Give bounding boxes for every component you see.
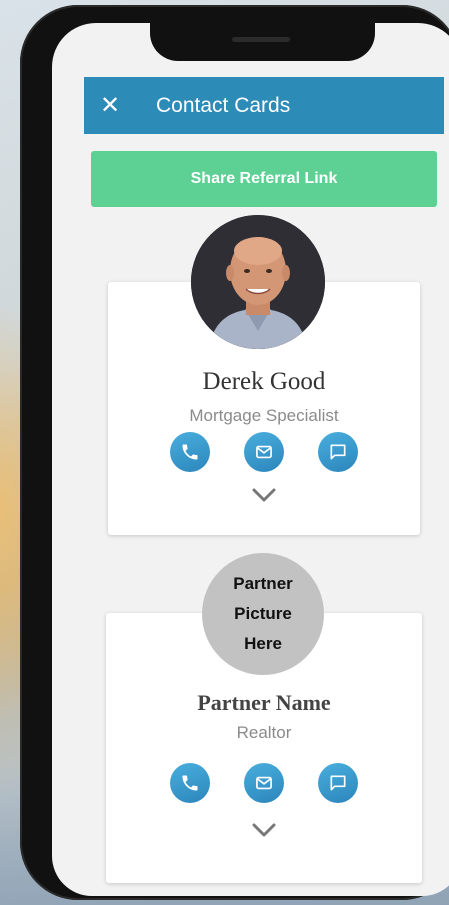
message-button[interactable] xyxy=(318,432,358,472)
expand-card-button[interactable] xyxy=(250,820,278,845)
contact-name: Partner Name xyxy=(197,690,331,715)
close-icon[interactable]: ✕ xyxy=(84,91,136,120)
message-icon xyxy=(330,775,346,791)
page-title: Contact Cards xyxy=(156,93,291,117)
contact-actions xyxy=(106,763,422,803)
placeholder-text: Partner Picture Here xyxy=(233,569,293,659)
message-button[interactable] xyxy=(318,763,358,803)
call-button[interactable] xyxy=(170,432,210,472)
avatar-placeholder: Partner Picture Here xyxy=(202,553,324,675)
email-button[interactable] xyxy=(244,763,284,803)
mail-icon xyxy=(256,776,272,790)
expand-card-button[interactable] xyxy=(250,485,278,510)
phone-frame: ✕ Contact Cards Share Referral Link Dere… xyxy=(20,5,449,900)
speaker-grille xyxy=(232,37,290,42)
mail-icon xyxy=(256,445,272,459)
app-bar: ✕ Contact Cards xyxy=(84,77,444,134)
profile-photo xyxy=(191,215,325,349)
share-referral-link-button[interactable]: Share Referral Link xyxy=(91,151,437,207)
chevron-down-icon xyxy=(252,488,276,502)
phone-screen: ✕ Contact Cards Share Referral Link Dere… xyxy=(52,23,449,896)
avatar xyxy=(191,215,325,349)
phone-icon xyxy=(182,775,198,791)
phone-icon xyxy=(182,444,198,460)
chevron-down-icon xyxy=(252,823,276,837)
message-icon xyxy=(330,444,346,460)
contact-role: Mortgage Specialist xyxy=(189,406,339,425)
contact-actions xyxy=(108,432,420,472)
placeholder-line: Here xyxy=(244,634,282,653)
phone-notch xyxy=(150,23,375,61)
call-button[interactable] xyxy=(170,763,210,803)
contact-role: Realtor xyxy=(236,723,292,742)
placeholder-line: Picture xyxy=(234,604,292,623)
contact-name: Derek Good xyxy=(202,368,326,395)
email-button[interactable] xyxy=(244,432,284,472)
placeholder-line: Partner xyxy=(233,574,293,593)
